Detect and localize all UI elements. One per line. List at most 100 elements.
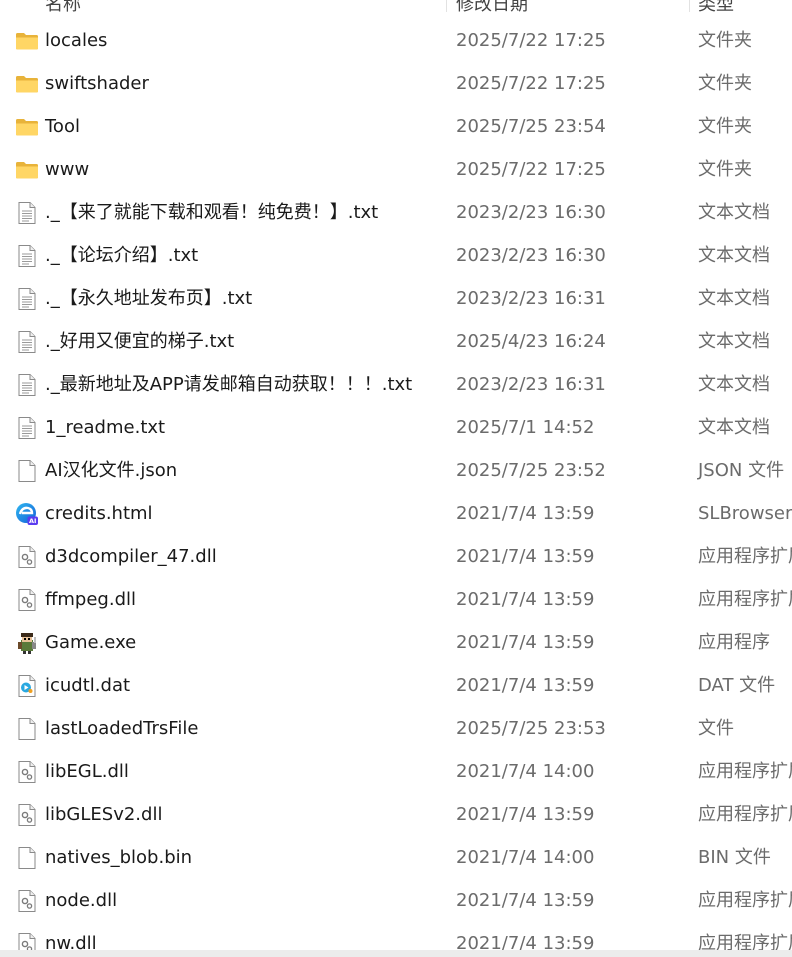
file-row[interactable]: ffmpeg.dll 2021/7/4 13:59 应用程序扩展 [0,578,792,621]
file-type: 应用程序扩展 [698,589,792,610]
file-row[interactable]: swiftshader 2025/7/22 17:25 文件夹 [0,62,792,105]
file-type: JSON 文件 [698,460,785,481]
file-modified-date: 2023/2/23 16:30 [456,202,606,223]
folder-icon [15,158,39,182]
file-modified-date: 2021/7/4 13:59 [456,804,595,825]
file-name: lastLoadedTrsFile [45,718,199,739]
file-modified-date: 2023/2/23 16:31 [456,288,606,309]
file-modified-date: 2021/7/4 13:59 [456,589,595,610]
file-row[interactable]: ._【论坛介绍】.txt 2023/2/23 16:30 文本文档 [0,234,792,277]
file-modified-date: 2025/7/22 17:25 [456,30,606,51]
folder-icon [15,72,39,96]
file-name: ._最新地址及APP请发邮箱自动获取！！！.txt [45,374,413,395]
file-modified-date: 2023/2/23 16:30 [456,245,606,266]
file-row[interactable]: d3dcompiler_47.dll 2021/7/4 13:59 应用程序扩展 [0,535,792,578]
file-name: swiftshader [45,73,149,94]
file-type: 文件 [698,718,734,739]
blank-file-icon [15,717,39,741]
file-type: 文本文档 [698,374,770,395]
file-type: 应用程序扩展 [698,890,792,911]
file-row[interactable]: AI汉化文件.json 2025/7/25 23:52 JSON 文件 [0,449,792,492]
column-header-name[interactable]: 名称 [45,0,81,12]
file-row[interactable]: lastLoadedTrsFile 2025/7/25 23:53 文件 [0,707,792,750]
file-name: ._【来了就能下载和观看！纯免费！】.txt [45,202,379,223]
svg-text:AI: AI [29,517,36,525]
file-modified-date: 2025/7/22 17:25 [456,73,606,94]
file-row[interactable]: 1_readme.txt 2025/7/1 14:52 文本文档 [0,406,792,449]
text-file-icon [15,287,39,311]
file-name: ._【论坛介绍】.txt [45,245,199,266]
game-exe-icon [15,631,39,655]
file-name: ffmpeg.dll [45,589,137,610]
file-row[interactable]: ._最新地址及APP请发邮箱自动获取！！！.txt 2023/2/23 16:3… [0,363,792,406]
file-name: d3dcompiler_47.dll [45,546,217,567]
file-row[interactable]: node.dll 2021/7/4 13:59 应用程序扩展 [0,879,792,922]
horizontal-scrollbar[interactable] [0,950,792,957]
file-list: locales 2025/7/22 17:25 文件夹 swiftshader … [0,19,792,957]
file-name: ._好用又便宜的梯子.txt [45,331,235,352]
file-name: natives_blob.bin [45,847,193,868]
file-type: 文本文档 [698,288,770,309]
column-divider[interactable] [689,0,690,12]
file-row[interactable]: www 2025/7/22 17:25 文件夹 [0,148,792,191]
file-name: www [45,159,90,180]
file-type: 文件夹 [698,116,752,137]
file-name: ._【永久地址发布页】.txt [45,288,253,309]
file-type: 应用程序扩展 [698,804,792,825]
file-name: Game.exe [45,632,137,653]
file-type: 文件夹 [698,73,752,94]
file-row[interactable]: ._【永久地址发布页】.txt 2023/2/23 16:31 文本文档 [0,277,792,320]
browser-html-icon: AI [15,502,39,526]
file-type: 应用程序扩展 [698,761,792,782]
file-type: 应用程序扩展 [698,546,792,567]
file-name: credits.html [45,503,153,524]
file-row[interactable]: libEGL.dll 2021/7/4 14:00 应用程序扩展 [0,750,792,793]
text-file-icon [15,373,39,397]
file-type: 文本文档 [698,202,770,223]
media-dat-icon [15,674,39,698]
file-name: 1_readme.txt [45,417,166,438]
file-modified-date: 2021/7/4 14:00 [456,847,595,868]
file-explorer-window: 名称 修改日期 类型 locales 2025/7/22 17:25 文件夹 s… [0,0,792,957]
file-modified-date: 2021/7/4 13:59 [456,546,595,567]
file-row[interactable]: locales 2025/7/22 17:25 文件夹 [0,19,792,62]
file-modified-date: 2021/7/4 13:59 [456,503,595,524]
file-modified-date: 2023/2/23 16:31 [456,374,606,395]
file-modified-date: 2025/7/25 23:54 [456,116,606,137]
text-file-icon [15,330,39,354]
folder-icon [15,115,39,139]
folder-icon [15,29,39,53]
file-row[interactable]: Game.exe 2021/7/4 13:59 应用程序 [0,621,792,664]
column-header-date[interactable]: 修改日期 [456,0,528,12]
text-file-icon [15,244,39,268]
dll-file-icon [15,588,39,612]
blank-file-icon [15,846,39,870]
file-type: SLBrowser [698,503,792,524]
file-modified-date: 2021/7/4 13:59 [456,675,595,696]
dll-file-icon [15,803,39,827]
file-type: 应用程序 [698,632,770,653]
file-name: Tool [45,116,80,137]
file-row[interactable]: Tool 2025/7/25 23:54 文件夹 [0,105,792,148]
file-name: locales [45,30,108,51]
file-type: DAT 文件 [698,675,776,696]
file-name: node.dll [45,890,118,911]
column-header-type[interactable]: 类型 [698,0,734,12]
file-row[interactable]: ._【来了就能下载和观看！纯免费！】.txt 2023/2/23 16:30 文… [0,191,792,234]
file-row[interactable]: icudtl.dat 2021/7/4 13:59 DAT 文件 [0,664,792,707]
file-modified-date: 2021/7/4 13:59 [456,890,595,911]
file-type: 文件夹 [698,159,752,180]
file-name: icudtl.dat [45,675,131,696]
file-row[interactable]: natives_blob.bin 2021/7/4 14:00 BIN 文件 [0,836,792,879]
column-header: 名称 修改日期 类型 [0,0,792,12]
file-row[interactable]: AI credits.html 2021/7/4 13:59 SLBrowser [0,492,792,535]
file-type: 文本文档 [698,331,770,352]
text-file-icon [15,201,39,225]
column-divider[interactable] [446,0,447,12]
dll-file-icon [15,889,39,913]
file-modified-date: 2025/7/22 17:25 [456,159,606,180]
file-row[interactable]: ._好用又便宜的梯子.txt 2025/4/23 16:24 文本文档 [0,320,792,363]
file-row[interactable]: libGLESv2.dll 2021/7/4 13:59 应用程序扩展 [0,793,792,836]
text-file-icon [15,416,39,440]
file-name: libEGL.dll [45,761,129,782]
